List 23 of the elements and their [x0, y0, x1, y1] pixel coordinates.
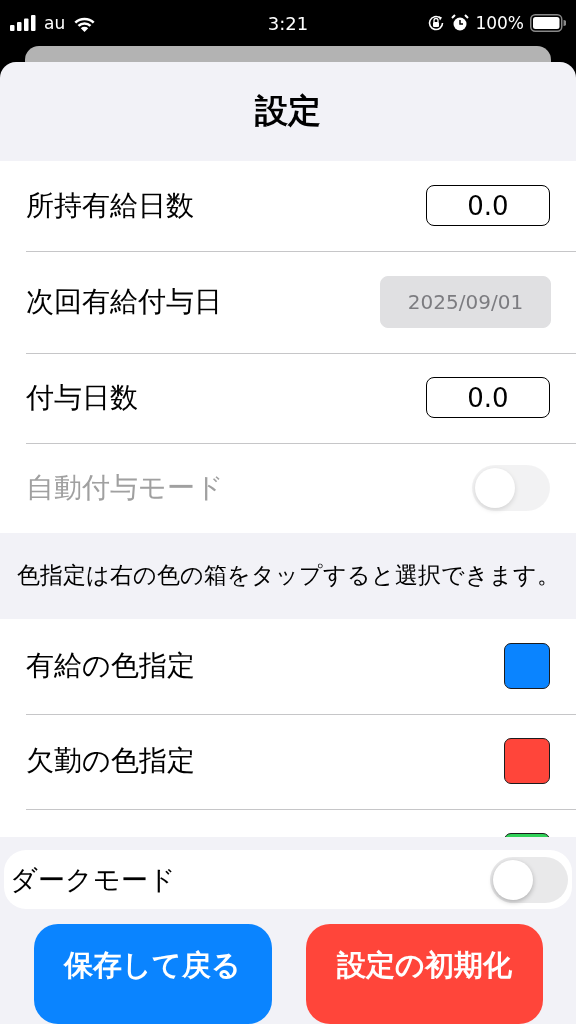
save-button[interactable]: 保存して戻る — [34, 924, 272, 1024]
setting-label: 自動付与モード — [26, 469, 224, 506]
number-field[interactable]: 0.0 — [426, 185, 550, 227]
reset-button[interactable]: 設定の初期化 — [305, 924, 543, 1024]
color-swatch[interactable] — [504, 738, 550, 785]
setting-label: 次回有給付与日 — [26, 283, 222, 320]
setting-label: 所持有給日数 — [26, 187, 194, 224]
sheet-title: 設定 — [255, 89, 321, 132]
color-setting-label: 欠勤の色指定 — [26, 743, 195, 780]
carrier-name: au — [44, 13, 66, 33]
color-swatch[interactable] — [504, 643, 550, 690]
battery-percentage: 100% — [475, 13, 524, 33]
alarm-clock-icon — [451, 14, 470, 32]
hint-text: 色指定は右の色の箱をタップすると選択できます。 — [16, 561, 560, 591]
battery-icon — [530, 14, 566, 32]
rotation-lock-icon — [427, 14, 446, 32]
clock-time: 3:21 — [267, 12, 309, 34]
number-field[interactable]: 0.0 — [426, 377, 550, 419]
color-setting-label: 有給の色指定 — [26, 648, 195, 685]
signal-icon — [10, 15, 36, 31]
dark-mode-label: ダークモード — [10, 862, 176, 897]
toggle-switch[interactable] — [490, 856, 568, 903]
setting-label: 付与日数 — [26, 379, 138, 416]
